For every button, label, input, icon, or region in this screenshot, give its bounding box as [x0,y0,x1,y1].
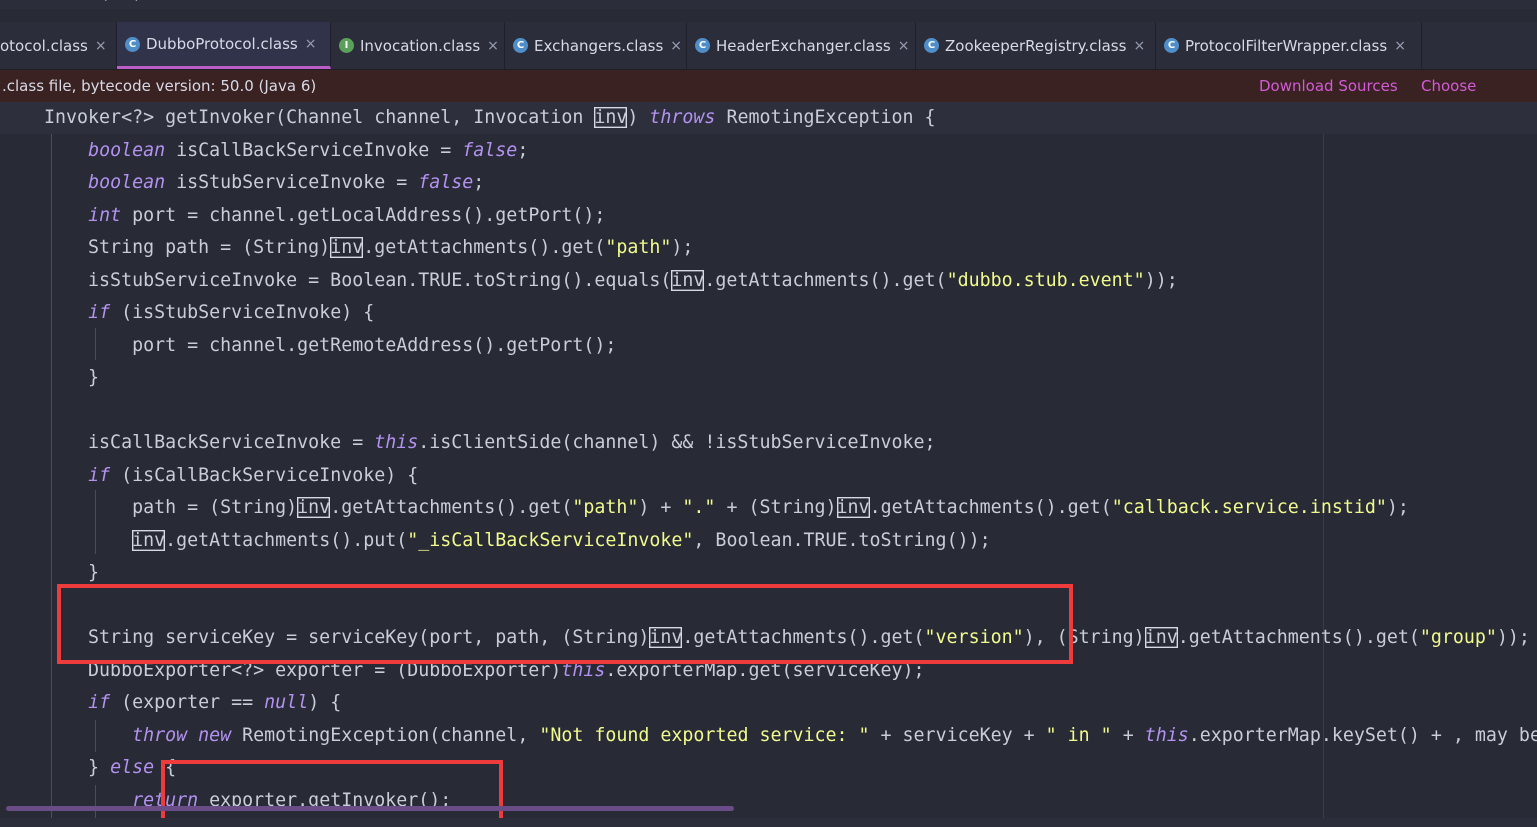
class-icon: C [513,38,528,53]
code-line: DubboExporter<?> exporter = (DubboExport… [0,659,925,681]
editor-tab[interactable]: C DubboProtocol.class × [117,22,331,69]
editor-tab-bar: otocol.class × C DubboProtocol.class × I Invoc… [0,22,1537,70]
code-line: throw new RemotingException(channel, "No… [132,724,1537,746]
code-line: port = channel.getRemoteAddress().getPor… [0,334,617,356]
editor-tab[interactable]: I Invocation.class × [331,22,505,69]
code-line: } else { [0,757,177,778]
editor-tab[interactable]: C Exchangers.class × [505,22,687,69]
code-line: } [0,367,100,388]
tab-label: Invocation.class [360,36,481,55]
code-line: String serviceKey = serviceKey(port, pat… [0,627,1530,648]
tab-label: DubboProtocol.class [146,35,298,53]
code-line: isStubServiceInvoke = Boolean.TRUE.toStr… [0,269,1178,291]
code-line: return exporter.getInvoker(); [132,789,452,811]
close-icon[interactable]: × [1394,38,1406,54]
tab-label: otocol.class [0,36,88,55]
editor-tab[interactable]: otocol.class × [0,22,117,69]
horizontal-scrollbar[interactable] [6,806,734,811]
code-line: isCallBackServiceInvoke = this.isClientS… [0,432,936,453]
interface-icon: I [339,38,354,53]
code-editor[interactable]: Invoker<?> getInvoker(Channel channel, I… [0,102,1537,827]
editor-tab[interactable]: C ZookeeperRegistry.class × [916,22,1156,69]
class-icon: C [924,38,939,53]
close-icon[interactable]: × [487,38,499,54]
code-line: boolean isStubServiceInvoke = false; [88,172,485,193]
code-line: } [0,562,100,583]
close-icon[interactable]: × [898,38,910,54]
tab-label: ZookeeperRegistry.class [945,36,1127,55]
class-icon: C [1164,38,1179,53]
code-line: inv.getAttachments().put("_isCallBackSer… [132,529,991,551]
code-line: int port = channel.getLocalAddress().get… [88,204,606,226]
code-line: Invoker<?> getInvoker(Channel channel, I… [0,102,1537,134]
close-icon[interactable]: × [670,38,682,54]
code-line: if (isCallBackServiceInvoke) { [88,464,419,486]
code-line: path = (String)inv.getAttachments().get(… [0,497,1409,518]
download-sources-link[interactable]: Download Sources [1259,70,1398,102]
code-line: if (isStubServiceInvoke) { [88,302,375,323]
code-line: boolean isCallBackServiceInvoke = false; [88,139,529,161]
code-line: String path = (String)inv.getAttachments… [0,237,694,258]
decompiled-class-notice: .class file, bytecode version: 50.0 (Jav… [0,70,1537,127]
tab-label: ProtocolFilterWrapper.class [1185,36,1388,55]
status-area [0,818,1537,827]
class-icon: C [695,38,710,53]
code-line: if (exporter == null) { [88,692,342,713]
tab-label: Exchangers.class [534,36,664,55]
tab-label: HeaderExchanger.class [716,36,891,55]
editor-tab[interactable]: C HeaderExchanger.class × [687,22,916,69]
close-icon[interactable]: × [1133,38,1145,54]
class-icon: C [125,36,140,52]
editor-tab[interactable]: C ProtocolFilterWrapper.class × [1156,22,1422,69]
close-icon[interactable]: × [95,38,107,54]
close-icon[interactable]: × [305,36,317,52]
bytecode-version-message: .class file, bytecode version: 50.0 (Jav… [2,77,317,95]
breadcrumb: abadubborpcprotocoldubboDubboProtocol [0,0,1537,9]
